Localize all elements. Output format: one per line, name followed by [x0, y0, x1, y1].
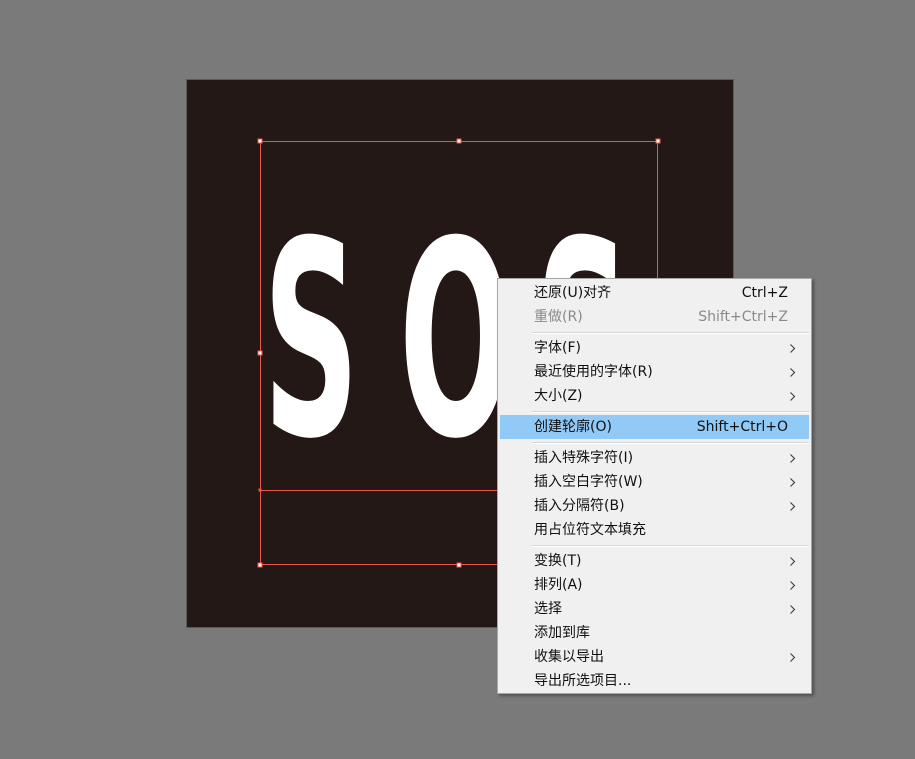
chevron-right-icon: [787, 500, 798, 511]
menu-item[interactable]: 插入空白字符(W): [500, 470, 809, 494]
chevron-right-icon: [787, 603, 798, 614]
menu-item-label: 字体(F): [534, 340, 581, 356]
menu-item: 重做(R) Shift+Ctrl+Z: [500, 305, 809, 329]
menu-item[interactable]: 大小(Z): [500, 384, 809, 408]
menu-item-label: 插入空白字符(W): [534, 474, 643, 490]
menu-item[interactable]: 插入特殊字符(I): [500, 446, 809, 470]
context-menu: 还原(U)对齐 Ctrl+Z 重做(R) Shift+Ctrl+Z 字体(F) 最近使用的…: [497, 278, 812, 694]
menu-item[interactable]: 排列(A): [500, 573, 809, 597]
menu-item[interactable]: 字体(F): [500, 336, 809, 360]
resize-handle-bottom-center[interactable]: [456, 562, 462, 568]
menu-item[interactable]: 导出所选项目...: [500, 669, 809, 693]
menu-item-label: 大小(Z): [534, 388, 583, 404]
menu-item-label: 最近使用的字体(R): [534, 364, 653, 380]
menu-item-label: 创建轮廓(O): [534, 419, 612, 435]
chevron-right-icon: [787, 651, 798, 662]
menu-separator: [532, 442, 809, 444]
menu-item[interactable]: 创建轮廓(O) Shift+Ctrl+O: [500, 415, 809, 439]
menu-item-shortcut: Ctrl+Z: [741, 285, 788, 301]
baseline-anchor-point[interactable]: [258, 488, 262, 492]
resize-handle-bottom-left[interactable]: [257, 562, 263, 568]
menu-item[interactable]: 添加到库: [500, 621, 809, 645]
menu-separator: [532, 332, 809, 334]
menu-item-label: 收集以导出: [534, 649, 604, 665]
menu-item-label: 插入特殊字符(I): [534, 450, 634, 466]
menu-item-label: 添加到库: [534, 625, 590, 641]
menu-item-label: 选择: [534, 601, 562, 617]
menu-item[interactable]: 用占位符文本填充: [500, 518, 809, 542]
menu-item-shortcut: Shift+Ctrl+O: [696, 419, 788, 435]
menu-item[interactable]: 最近使用的字体(R): [500, 360, 809, 384]
menu-item[interactable]: 变换(T): [500, 549, 809, 573]
menu-item[interactable]: 还原(U)对齐 Ctrl+Z: [500, 281, 809, 305]
menu-item-label: 变换(T): [534, 553, 582, 569]
artwork-letter[interactable]: S: [263, 176, 359, 506]
menu-separator: [532, 545, 809, 547]
chevron-right-icon: [787, 390, 798, 401]
chevron-right-icon: [787, 476, 798, 487]
menu-item-label: 排列(A): [534, 577, 583, 593]
menu-item[interactable]: 插入分隔符(B): [500, 494, 809, 518]
menu-item-label: 导出所选项目...: [534, 673, 632, 689]
menu-item-label: 还原(U)对齐: [534, 285, 612, 301]
menu-item-label: 重做(R): [534, 309, 583, 325]
resize-handle-top-center[interactable]: [456, 138, 462, 144]
chevron-right-icon: [787, 366, 798, 377]
resize-handle-middle-left[interactable]: [257, 350, 263, 356]
chevron-right-icon: [787, 342, 798, 353]
chevron-right-icon: [787, 452, 798, 463]
menu-separator: [532, 411, 809, 413]
resize-handle-top-right[interactable]: [655, 138, 661, 144]
menu-item-label: 插入分隔符(B): [534, 498, 625, 514]
resize-handle-top-left[interactable]: [257, 138, 263, 144]
menu-item[interactable]: 收集以导出: [500, 645, 809, 669]
menu-item-shortcut: Shift+Ctrl+Z: [698, 309, 788, 325]
menu-item-label: 用占位符文本填充: [534, 522, 646, 538]
chevron-right-icon: [787, 579, 798, 590]
artwork-letter[interactable]: O: [399, 176, 513, 506]
chevron-right-icon: [787, 555, 798, 566]
menu-item[interactable]: 选择: [500, 597, 809, 621]
